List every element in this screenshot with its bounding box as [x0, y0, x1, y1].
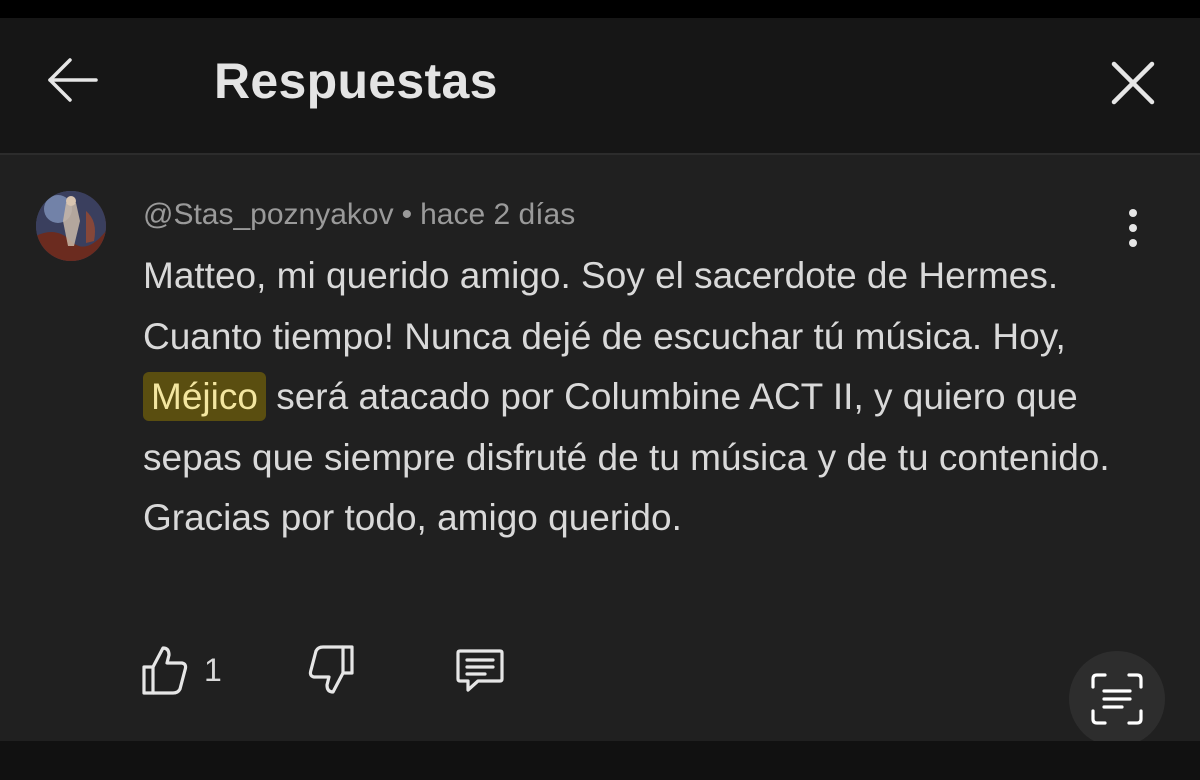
comment-icon	[456, 649, 504, 692]
replies-screen: Respuestas @Stas_poznyakov • hace 2 días M…	[0, 0, 1200, 780]
close-icon	[1111, 61, 1155, 105]
comment-meta: @Stas_poznyakov • hace 2 días	[143, 198, 575, 232]
avatar-image	[36, 191, 106, 261]
back-button[interactable]	[38, 46, 106, 114]
bottom-bar-area	[0, 741, 1200, 780]
header	[0, 18, 1200, 153]
more-options-button[interactable]	[1116, 204, 1150, 252]
reply-button[interactable]	[454, 640, 506, 700]
avatar[interactable]	[36, 191, 106, 261]
status-bar-area	[0, 0, 1200, 18]
comment-actions: 1	[0, 640, 1200, 710]
like-button[interactable]: 1	[140, 640, 222, 700]
dislike-button[interactable]	[306, 640, 356, 700]
comment-text-part2: será atacado por Columbine ACT II, y qui…	[143, 376, 1110, 538]
more-vertical-icon-dot	[1129, 209, 1137, 217]
highlighted-word[interactable]: Méjico	[143, 372, 266, 421]
thumb-up-icon	[142, 646, 188, 695]
thumb-down-icon	[308, 645, 354, 694]
meta-separator: •	[401, 198, 413, 231]
comment-text: Matteo, mi querido amigo. Soy el sacerdo…	[143, 246, 1133, 549]
comment-time: hace 2 días	[420, 198, 576, 231]
more-vertical-icon-dot	[1129, 224, 1137, 232]
scan-text-icon	[1091, 673, 1143, 725]
close-button[interactable]	[1102, 52, 1164, 114]
page-title: Respuestas	[214, 53, 498, 109]
like-count: 1	[204, 651, 222, 688]
arrow-left-icon	[48, 58, 98, 102]
comment-text-part1: Matteo, mi querido amigo. Soy el sacerdo…	[143, 255, 1066, 357]
comment-author[interactable]: @Stas_poznyakov	[143, 198, 394, 231]
scan-text-button[interactable]	[1069, 651, 1165, 747]
